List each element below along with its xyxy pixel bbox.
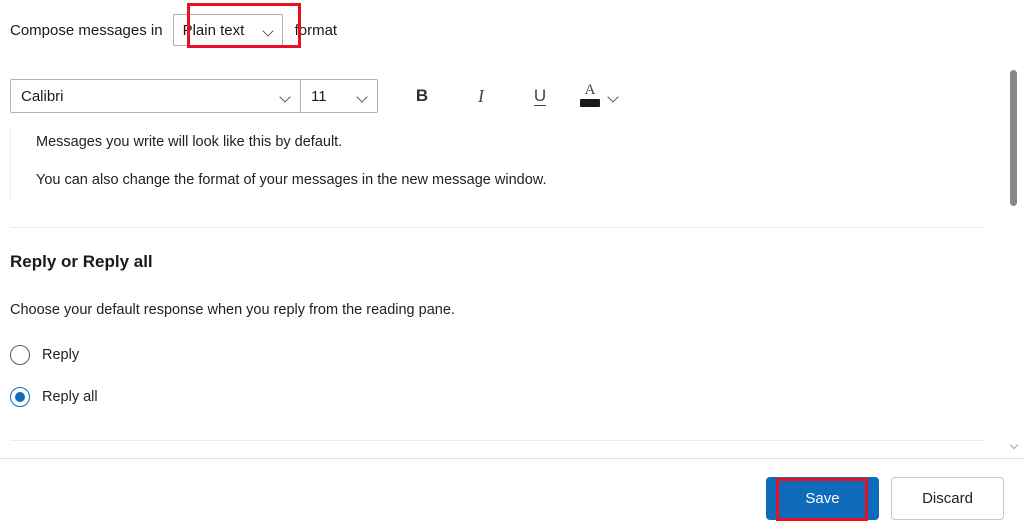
save-button[interactable]: Save [766,477,879,520]
font-family-value: Calibri [21,87,64,105]
section-divider-middle [10,440,985,441]
italic-button[interactable]: I [462,79,500,113]
font-color-icon: A [579,83,601,109]
chevron-down-icon [263,27,274,34]
compose-format-value: Plain text [182,21,245,39]
font-size-dropdown[interactable]: 11 [300,79,378,113]
reply-section-description: Choose your default response when you re… [10,302,455,318]
footer-divider [0,458,1024,459]
preview-line-2: You can also change the format of your m… [36,172,547,188]
vertical-scrollbar-thumb[interactable] [1010,70,1017,206]
compose-format-label-prefix: Compose messages in [10,21,163,39]
radio-option-reply[interactable]: Reply [10,341,98,369]
footer-actions: Save Discard [0,477,1014,524]
underline-icon: U [533,85,547,106]
underline-button[interactable]: U [521,79,559,113]
chevron-down-icon [357,93,368,100]
settings-panel: Compose messages in Plain text format Ca… [0,0,1024,524]
bold-button[interactable]: B [403,79,441,113]
font-size-value: 11 [311,87,327,105]
font-color-letter: A [584,82,596,98]
bold-icon: B [415,86,429,105]
section-divider-top [10,227,985,228]
chevron-down-icon [608,93,619,100]
compose-format-label-suffix: format [294,21,338,39]
discard-button[interactable]: Discard [891,477,1004,520]
font-family-dropdown[interactable]: Calibri [10,79,300,113]
preview-line-1: Messages you write will look like this b… [36,134,343,150]
chevron-down-icon [280,93,291,100]
reply-section-title: Reply or Reply all [10,252,153,271]
radio-icon-selected [10,387,30,407]
radio-label-reply-all: Reply all [42,389,98,405]
reply-radio-group: Reply Reply all [10,341,98,425]
compose-format-row: Compose messages in Plain text format [10,13,337,47]
radio-label-reply: Reply [42,347,80,363]
radio-option-reply-all[interactable]: Reply all [10,383,98,411]
scrollbar-down-arrow-icon[interactable] [1010,441,1020,451]
radio-icon-unselected [10,345,30,365]
font-color-button[interactable]: A [579,83,619,109]
italic-icon: I [478,85,484,106]
vertical-scrollbar-track[interactable] [1008,0,1022,458]
font-color-swatch [580,99,600,107]
message-preview: Messages you write will look like this b… [10,126,985,199]
compose-format-dropdown[interactable]: Plain text [172,14,283,46]
formatting-toolbar: Calibri 11 B I U A [10,79,619,113]
